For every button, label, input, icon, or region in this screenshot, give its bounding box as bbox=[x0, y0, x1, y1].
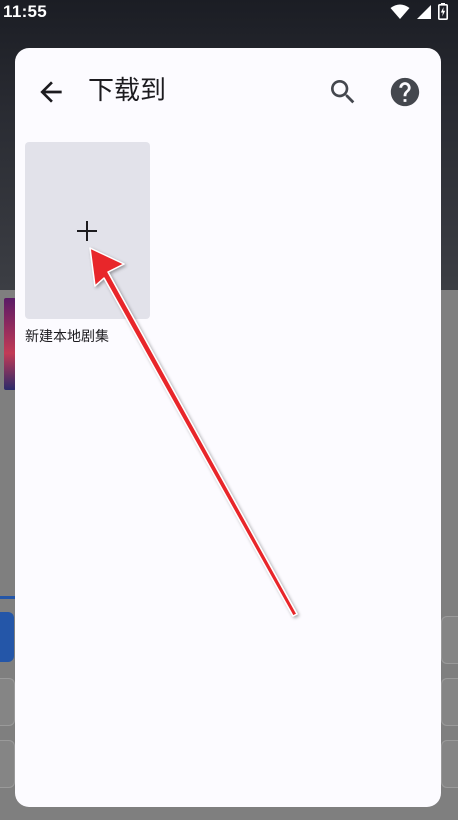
tile-thumbnail bbox=[25, 142, 150, 319]
background-item bbox=[0, 678, 15, 726]
dialog-title: 下载到 bbox=[88, 76, 167, 106]
plus-icon bbox=[77, 221, 97, 241]
dialog-header: 下载到 bbox=[15, 48, 441, 134]
background-tab-indicator bbox=[0, 596, 16, 599]
search-icon bbox=[331, 80, 355, 104]
tile-label: 新建本地剧集 bbox=[25, 329, 109, 345]
signal-icon bbox=[416, 4, 432, 24]
battery-icon bbox=[438, 3, 448, 24]
help-button[interactable] bbox=[388, 75, 422, 109]
background-item bbox=[441, 740, 458, 788]
arrow-back-icon bbox=[40, 81, 62, 103]
status-bar: 11:55 bbox=[0, 0, 458, 24]
status-icons bbox=[390, 3, 448, 24]
background-item bbox=[0, 740, 15, 788]
background-selected-item bbox=[0, 612, 14, 662]
background-item bbox=[441, 616, 458, 664]
background-item bbox=[441, 678, 458, 726]
new-local-series-tile[interactable]: 新建本地剧集 bbox=[25, 142, 150, 345]
wifi-icon bbox=[390, 4, 410, 24]
help-icon bbox=[390, 77, 420, 107]
download-to-dialog: 下载到 新建本地剧集 bbox=[15, 48, 441, 807]
search-button[interactable] bbox=[327, 76, 359, 108]
back-button[interactable] bbox=[35, 76, 67, 108]
status-time: 11:55 bbox=[3, 2, 48, 21]
